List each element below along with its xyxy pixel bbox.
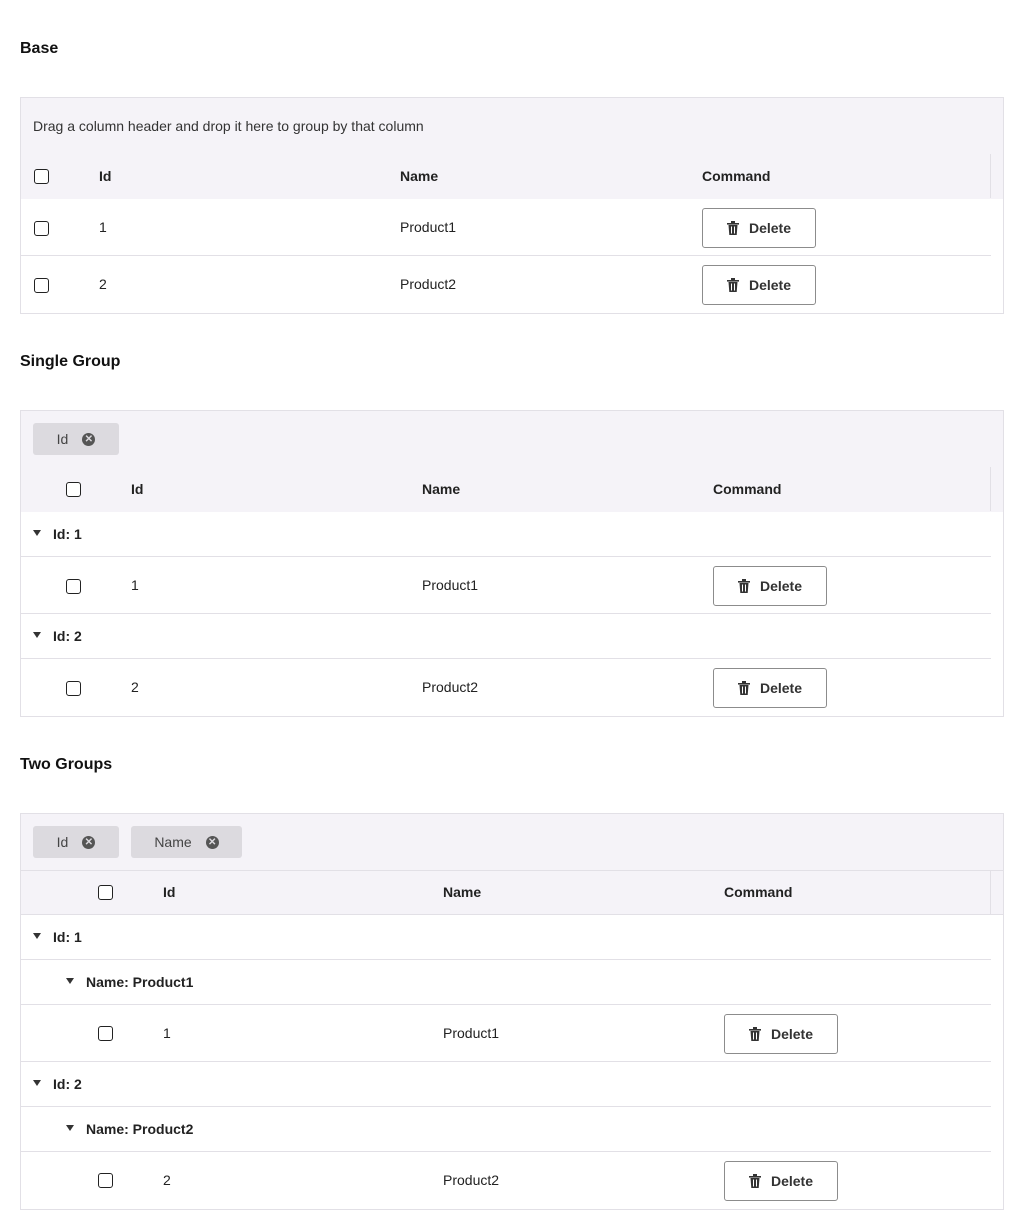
cell-id: 1 — [131, 577, 139, 593]
group-row-id-2[interactable]: Id: 2 — [21, 614, 991, 659]
close-circle-icon[interactable]: ✕ — [82, 835, 96, 849]
table-row: 2 Product2 Delete — [21, 659, 991, 716]
delete-button-label: Delete — [748, 277, 792, 293]
group-panel[interactable]: Id ✕ Name ✕ — [21, 814, 1003, 870]
row-checkbox[interactable] — [66, 681, 81, 696]
trash-icon — [726, 221, 739, 235]
close-circle-icon[interactable]: ✕ — [205, 835, 219, 849]
group-row-id-1[interactable]: Id: 1 — [21, 915, 991, 960]
caret-down-icon[interactable] — [33, 530, 41, 536]
cell-id: 2 — [99, 276, 107, 292]
delete-button[interactable]: Delete — [713, 668, 827, 708]
scrollbar-gutter — [990, 154, 1003, 198]
table-row: 1 Product1 Delete — [21, 199, 991, 256]
row-checkbox[interactable] — [34, 221, 49, 236]
cell-id: 2 — [131, 679, 139, 695]
column-header-id[interactable]: Id — [163, 884, 175, 900]
column-header-name[interactable]: Name — [443, 884, 481, 900]
select-all-checkbox[interactable] — [34, 169, 49, 184]
table-row: 2 Product2 Delete — [21, 256, 991, 313]
delete-button[interactable]: Delete — [702, 265, 816, 305]
group-panel[interactable]: Drag a column header and drop it here to… — [21, 98, 1003, 154]
cell-name: Product2 — [443, 1172, 500, 1188]
delete-button[interactable]: Delete — [724, 1161, 838, 1201]
trash-icon — [737, 681, 750, 695]
group-panel[interactable]: Id ✕ — [21, 411, 1003, 467]
grid-single-group: Id ✕ Id Name Command Id: 1 1 Product1 De… — [20, 410, 1004, 717]
caret-down-icon[interactable] — [33, 933, 41, 939]
section-title-two-groups: Two Groups — [20, 756, 113, 773]
group-chip-name[interactable]: Name ✕ — [131, 826, 242, 858]
caret-down-icon[interactable] — [66, 978, 74, 984]
trash-icon — [748, 1174, 761, 1188]
delete-button-label: Delete — [759, 680, 803, 696]
group-hint: Drag a column header and drop it here to… — [33, 118, 424, 134]
cell-name: Product1 — [422, 577, 479, 593]
caret-down-icon[interactable] — [33, 632, 41, 638]
scrollbar-gutter — [990, 467, 1003, 511]
delete-button[interactable]: Delete — [713, 566, 827, 606]
section-title-single-group: Single Group — [20, 353, 121, 370]
cell-id: 2 — [163, 1172, 171, 1188]
grid-base: Drag a column header and drop it here to… — [20, 97, 1004, 314]
trash-icon — [748, 1027, 761, 1041]
cell-id: 1 — [163, 1025, 171, 1041]
row-checkbox[interactable] — [34, 278, 49, 293]
close-circle-icon[interactable]: ✕ — [82, 432, 96, 446]
group-label: Id: 1 — [53, 929, 82, 945]
delete-button-label: Delete — [748, 220, 792, 236]
group-label: Id: 1 — [53, 526, 82, 542]
cell-name: Product1 — [400, 219, 457, 235]
section-title-base: Base — [20, 40, 59, 57]
caret-down-icon[interactable] — [33, 1080, 41, 1086]
row-checkbox[interactable] — [98, 1026, 113, 1041]
grid-two-groups: Id ✕ Name ✕ Id Name Command Id: 1 Name: … — [20, 813, 1004, 1210]
table-row: 1 Product1 Delete — [21, 557, 991, 614]
select-all-checkbox[interactable] — [66, 482, 81, 497]
group-label: Id: 2 — [53, 1076, 82, 1092]
group-row-name-product2[interactable]: Name: Product2 — [21, 1107, 991, 1152]
group-label: Name: Product1 — [86, 974, 194, 990]
header-row: Id Name Command — [21, 870, 1003, 915]
column-header-name[interactable]: Name — [400, 168, 438, 184]
select-all-checkbox[interactable] — [98, 885, 113, 900]
group-chip-id[interactable]: Id ✕ — [33, 826, 119, 858]
trash-icon — [737, 579, 750, 593]
cell-name: Product2 — [422, 679, 479, 695]
delete-button-label: Delete — [770, 1173, 814, 1189]
column-header-id[interactable]: Id — [99, 168, 111, 184]
delete-button[interactable]: Delete — [724, 1014, 838, 1054]
scrollbar-gutter — [990, 871, 1003, 914]
delete-button-label: Delete — [770, 1026, 814, 1042]
column-header-command: Command — [713, 481, 782, 497]
group-chip-label: Id — [56, 834, 69, 850]
group-row-id-1[interactable]: Id: 1 — [21, 512, 991, 557]
column-header-command: Command — [724, 884, 793, 900]
group-chip-label: Name — [154, 834, 192, 850]
cell-id: 1 — [99, 219, 107, 235]
row-checkbox[interactable] — [98, 1173, 113, 1188]
group-chip-id[interactable]: Id ✕ — [33, 423, 119, 455]
table-row: 1 Product1 Delete — [21, 1005, 991, 1062]
table-row: 2 Product2 Delete — [21, 1152, 991, 1209]
delete-button-label: Delete — [759, 578, 803, 594]
cell-name: Product1 — [443, 1025, 500, 1041]
column-header-command: Command — [702, 168, 771, 184]
group-row-name-product1[interactable]: Name: Product1 — [21, 960, 991, 1005]
group-row-id-2[interactable]: Id: 2 — [21, 1062, 991, 1107]
delete-button[interactable]: Delete — [702, 208, 816, 248]
group-label: Id: 2 — [53, 628, 82, 644]
trash-icon — [726, 278, 739, 292]
cell-name: Product2 — [400, 276, 457, 292]
caret-down-icon[interactable] — [66, 1125, 74, 1131]
column-header-name[interactable]: Name — [422, 481, 460, 497]
group-chip-label: Id — [56, 431, 69, 447]
column-header-id[interactable]: Id — [131, 481, 143, 497]
header-row: Id Name Command — [21, 467, 1003, 512]
group-label: Name: Product2 — [86, 1121, 194, 1137]
header-row: Id Name Command — [21, 154, 1003, 199]
row-checkbox[interactable] — [66, 579, 81, 594]
